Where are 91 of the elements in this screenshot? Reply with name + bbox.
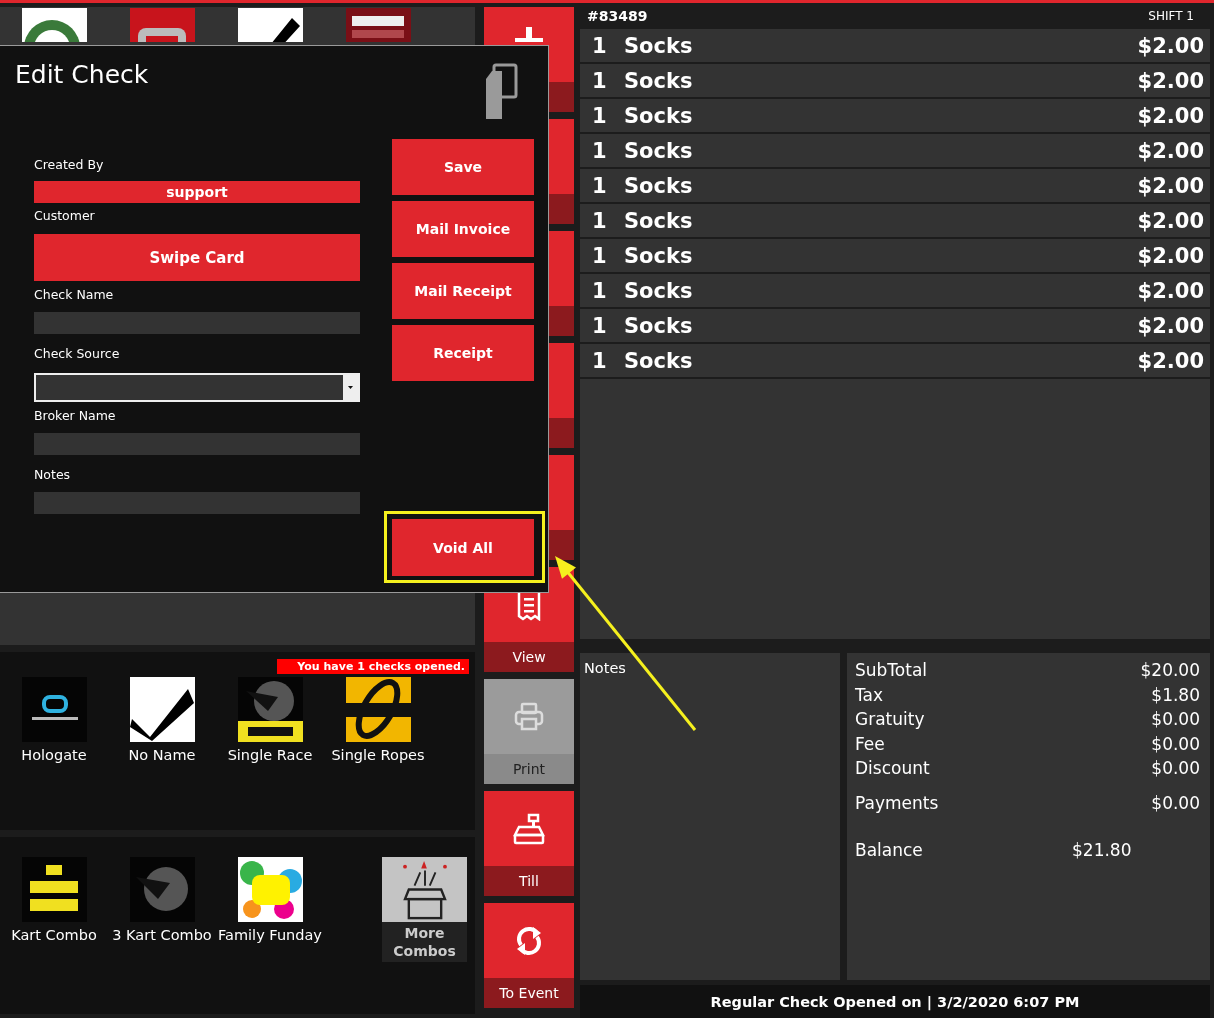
total-label: SubTotal <box>855 660 928 681</box>
action-button[interactable]: Mail Invoice <box>392 201 534 257</box>
item-price: $2.00 <box>1137 243 1204 268</box>
notes-label: Notes <box>584 660 626 676</box>
input-field[interactable] <box>34 312 360 334</box>
item-name: Socks <box>624 208 694 233</box>
total-label: Fee <box>855 733 885 754</box>
dropdown[interactable] <box>34 373 360 402</box>
user-button[interactable]: support <box>34 181 360 203</box>
field-label: Check Source <box>34 346 121 362</box>
check-item-row[interactable]: 1 Socks $2.00 <box>580 344 1210 377</box>
input-field[interactable] <box>34 492 360 514</box>
action-button[interactable]: Receipt <box>392 325 534 381</box>
check-item-row[interactable]: 1 Socks $2.00 <box>580 204 1210 237</box>
printer-icon <box>513 700 545 733</box>
input-field[interactable] <box>34 433 360 455</box>
check-item-row[interactable]: 1 Socks $2.00 <box>580 239 1210 272</box>
field-label: Customer <box>34 208 96 224</box>
item-price: $2.00 <box>1137 68 1204 93</box>
action-button[interactable]: Mail Receipt <box>392 263 534 319</box>
total-value: $20.00 <box>1140 660 1200 681</box>
check-item-row[interactable]: 1 Socks $2.00 <box>580 99 1210 132</box>
item-quantity: 1 <box>592 68 608 93</box>
item-price: $2.00 <box>1137 138 1204 163</box>
item-name: Socks <box>624 348 694 373</box>
field-label: Notes <box>34 467 72 483</box>
side-button[interactable]: Till <box>484 791 574 896</box>
item-quantity: 1 <box>592 348 608 373</box>
item-price: $2.00 <box>1137 278 1204 303</box>
combo-tile[interactable]: More Combos <box>382 857 467 962</box>
check-item-row[interactable]: 1 Socks $2.00 <box>580 309 1210 342</box>
card-reader-icon <box>486 63 518 119</box>
check-item-row[interactable]: 1 Socks $2.00 <box>580 134 1210 167</box>
check-item-row[interactable]: 1 Socks $2.00 <box>580 274 1210 307</box>
item-price: $2.00 <box>1137 173 1204 198</box>
item-price: $2.00 <box>1137 33 1204 58</box>
item-name: Socks <box>624 68 694 93</box>
item-quantity: 1 <box>592 138 608 163</box>
check-number: #83489 <box>587 7 648 24</box>
total-value: $1.80 <box>1151 684 1200 705</box>
total-value: $0.00 <box>1151 733 1200 754</box>
total-label: Gratuity <box>855 709 925 730</box>
void-all-button[interactable]: Void All <box>392 519 534 576</box>
swipe-card-button[interactable]: Swipe Card <box>34 234 360 281</box>
item-name: Socks <box>624 103 694 128</box>
product-label[interactable]: Family Funday <box>218 927 322 943</box>
check-item-row[interactable]: 1 Socks $2.00 <box>580 169 1210 202</box>
product-label[interactable]: Single Race <box>227 747 313 763</box>
item-quantity: 1 <box>592 103 608 128</box>
total-value: $0.00 <box>1151 709 1200 730</box>
item-price: $2.00 <box>1137 103 1204 128</box>
item-quantity: 1 <box>592 33 608 58</box>
total-value: $0.00 <box>1151 758 1200 779</box>
total-label: Discount <box>855 758 930 779</box>
item-price: $2.00 <box>1137 208 1204 233</box>
action-button[interactable]: Save <box>392 139 534 195</box>
balance-value: $21.80 <box>1072 840 1132 860</box>
item-price: $2.00 <box>1137 313 1204 338</box>
total-value: $0.00 <box>1151 792 1200 813</box>
product-label[interactable]: Single Ropes <box>331 747 425 763</box>
item-name: Socks <box>624 313 694 338</box>
product-label[interactable]: Hologate <box>21 747 87 763</box>
cash-register-icon <box>513 812 545 845</box>
item-name: Socks <box>624 33 694 58</box>
item-quantity: 1 <box>592 313 608 338</box>
item-price: $2.00 <box>1137 348 1204 373</box>
item-name: Socks <box>624 243 694 268</box>
product-label[interactable]: No Name <box>128 747 196 763</box>
check-item-row[interactable]: 1 Socks $2.00 <box>580 64 1210 97</box>
item-quantity: 1 <box>592 243 608 268</box>
item-quantity: 1 <box>592 208 608 233</box>
side-button[interactable]: To Event <box>484 903 574 1008</box>
item-quantity: 1 <box>592 278 608 303</box>
item-quantity: 1 <box>592 173 608 198</box>
dialog-title: Edit Check <box>15 60 149 89</box>
item-name: Socks <box>624 138 694 163</box>
total-label: Tax <box>855 684 884 705</box>
field-label: Created By <box>34 157 105 173</box>
check-item-row[interactable]: 1 Socks $2.00 <box>580 29 1210 62</box>
status-bar: Regular Check Opened on | 3/2/2020 6:07 PM <box>580 985 1210 1018</box>
item-name: Socks <box>624 173 694 198</box>
field-label: Broker Name <box>34 408 117 424</box>
product-label[interactable]: 3 Kart Combo <box>112 927 212 943</box>
item-name: Socks <box>624 278 694 303</box>
field-label: Check Name <box>34 287 115 303</box>
balance-label: Balance <box>855 840 924 860</box>
shift-label: SHIFT 1 <box>1148 8 1194 23</box>
total-label: Payments <box>855 792 939 813</box>
product-label[interactable]: Kart Combo <box>11 927 97 943</box>
plus-icon <box>513 27 545 42</box>
open-checks-badge: You have 1 checks opened. <box>277 659 469 674</box>
